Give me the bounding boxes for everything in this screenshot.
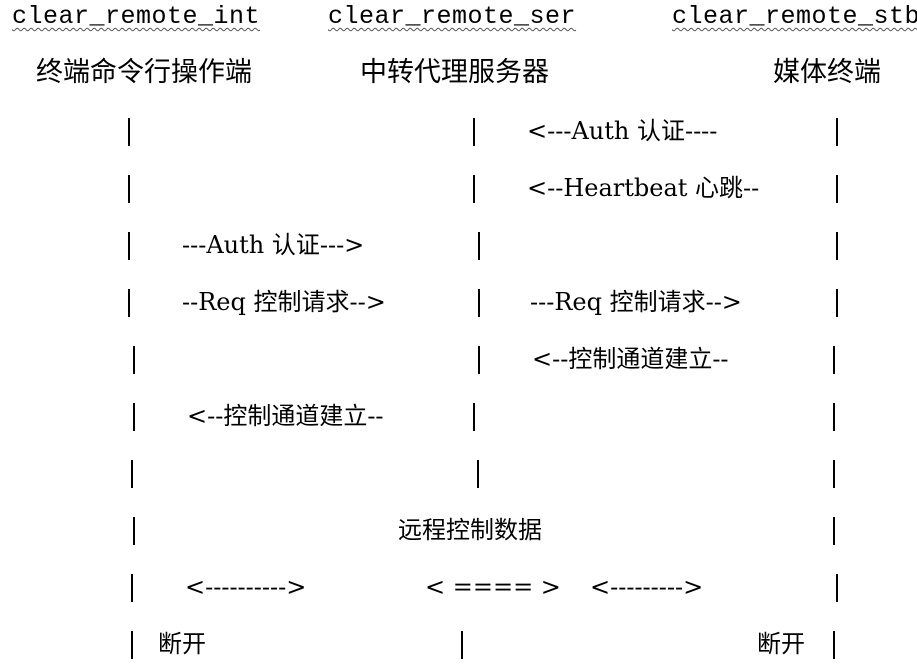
participant-role-int: 终端命令行操作端: [36, 57, 252, 88]
lifeline-stb-segment: [836, 232, 838, 260]
lifeline-int-segment: [131, 631, 133, 659]
participant-id-stb: clear_remote_stb: [672, 2, 917, 31]
lifeline-stb-segment: [833, 346, 835, 374]
message-int-req: --Req 控制请求-->: [182, 288, 386, 316]
lifeline-stb-segment: [836, 574, 838, 602]
participant-role-stb: 媒体终端: [773, 57, 881, 88]
lifeline-stb-segment: [833, 517, 835, 545]
lifeline-stb-segment: [836, 289, 838, 317]
lifeline-stb-segment: [833, 403, 835, 431]
lifeline-stb-segment: [836, 118, 838, 146]
message-stb-heartbeat: <--Heartbeat 心跳--: [527, 174, 760, 202]
message-ser-req: ---Req 控制请求-->: [530, 288, 742, 316]
lifeline-ser-segment: [478, 232, 480, 260]
message-stb-channel: <--控制通道建立--: [532, 345, 729, 373]
lifeline-ser-segment: [477, 460, 479, 488]
lifeline-int-segment: [131, 460, 133, 488]
lifeline-ser-segment: [473, 175, 475, 203]
lifeline-int-segment: [128, 118, 130, 146]
lifeline-int-segment: [131, 574, 133, 602]
lifeline-ser-segment: [473, 403, 475, 431]
lifeline-int-segment: [128, 175, 130, 203]
data-arrow-mid: < ==== >: [425, 573, 561, 601]
participant-role-ser: 中转代理服务器: [360, 57, 549, 88]
participant-id-ser: clear_remote_ser: [328, 2, 577, 31]
participant-id-int: clear_remote_int: [12, 2, 261, 31]
lifeline-int-segment: [133, 346, 135, 374]
lifeline-ser-segment: [478, 289, 480, 317]
lifeline-ser-segment: [473, 118, 475, 146]
data-arrow-left: <---------->: [185, 573, 307, 601]
message-stb-auth: <---Auth 认证----: [527, 117, 718, 145]
lifeline-int-segment: [128, 289, 130, 317]
disconnect-left: 断开: [158, 630, 206, 658]
lifeline-stb-segment: [833, 631, 835, 659]
disconnect-right: 断开: [757, 630, 805, 658]
data-arrow-right: <--------->: [590, 573, 704, 601]
remote-control-data-label: 远程控制数据: [398, 516, 542, 544]
message-int-auth: ---Auth 认证--->: [182, 231, 365, 259]
lifeline-stb-segment: [836, 175, 838, 203]
lifeline-int-segment: [128, 232, 130, 260]
lifeline-ser-segment: [478, 346, 480, 374]
lifeline-stb-segment: [833, 460, 835, 488]
lifeline-int-segment: [133, 403, 135, 431]
lifeline-int-segment: [133, 517, 135, 545]
lifeline-ser-segment: [461, 631, 463, 659]
message-int-channel: <--控制通道建立--: [187, 402, 384, 430]
